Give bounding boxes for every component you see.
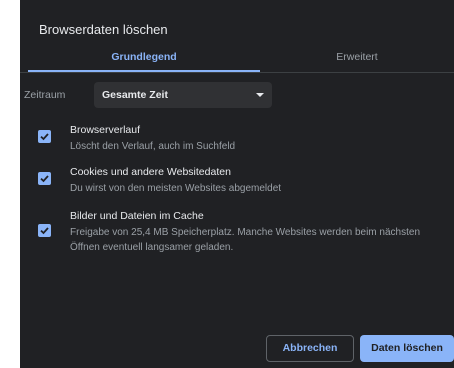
time-range-value: Gesamte Zeit — [102, 89, 168, 101]
checkmark-icon — [40, 175, 49, 183]
tab-basic[interactable]: Grundlegend — [28, 44, 260, 72]
active-tab-indicator — [28, 70, 260, 72]
checkmark-icon — [40, 133, 49, 141]
time-range-label: Zeitraum — [24, 89, 66, 101]
option-title: Bilder und Dateien im Cache — [70, 210, 204, 222]
option-description: Löscht den Verlauf, auch im Suchfeld — [70, 141, 236, 152]
clear-browsing-data-dialog: Browserdaten löschen Grundlegend Erweite… — [20, 0, 454, 368]
option-title: Cookies und andere Websitedaten — [70, 166, 231, 178]
clear-data-button[interactable]: Daten löschen — [360, 335, 454, 362]
time-range-select[interactable]: Gesamte Zeit — [94, 82, 272, 108]
tab-advanced[interactable]: Erweitert — [260, 44, 454, 72]
dropdown-arrow-icon — [256, 93, 264, 97]
option-description: Freigabe von 25,4 MB Speicherplatz. Manc… — [70, 227, 421, 253]
dialog-title: Browserdaten löschen — [39, 22, 168, 37]
option-description: Du wirst von den meisten Websites abgeme… — [70, 183, 282, 194]
cancel-button[interactable]: Abbrechen — [266, 335, 354, 362]
option-title: Browserverlauf — [70, 124, 141, 136]
checkmark-icon — [40, 227, 49, 235]
checkbox-cache[interactable] — [38, 224, 51, 237]
tab-bar: Grundlegend Erweitert — [20, 44, 454, 73]
checkbox-browsing-history[interactable] — [38, 130, 51, 143]
checkbox-cookies[interactable] — [38, 172, 51, 185]
